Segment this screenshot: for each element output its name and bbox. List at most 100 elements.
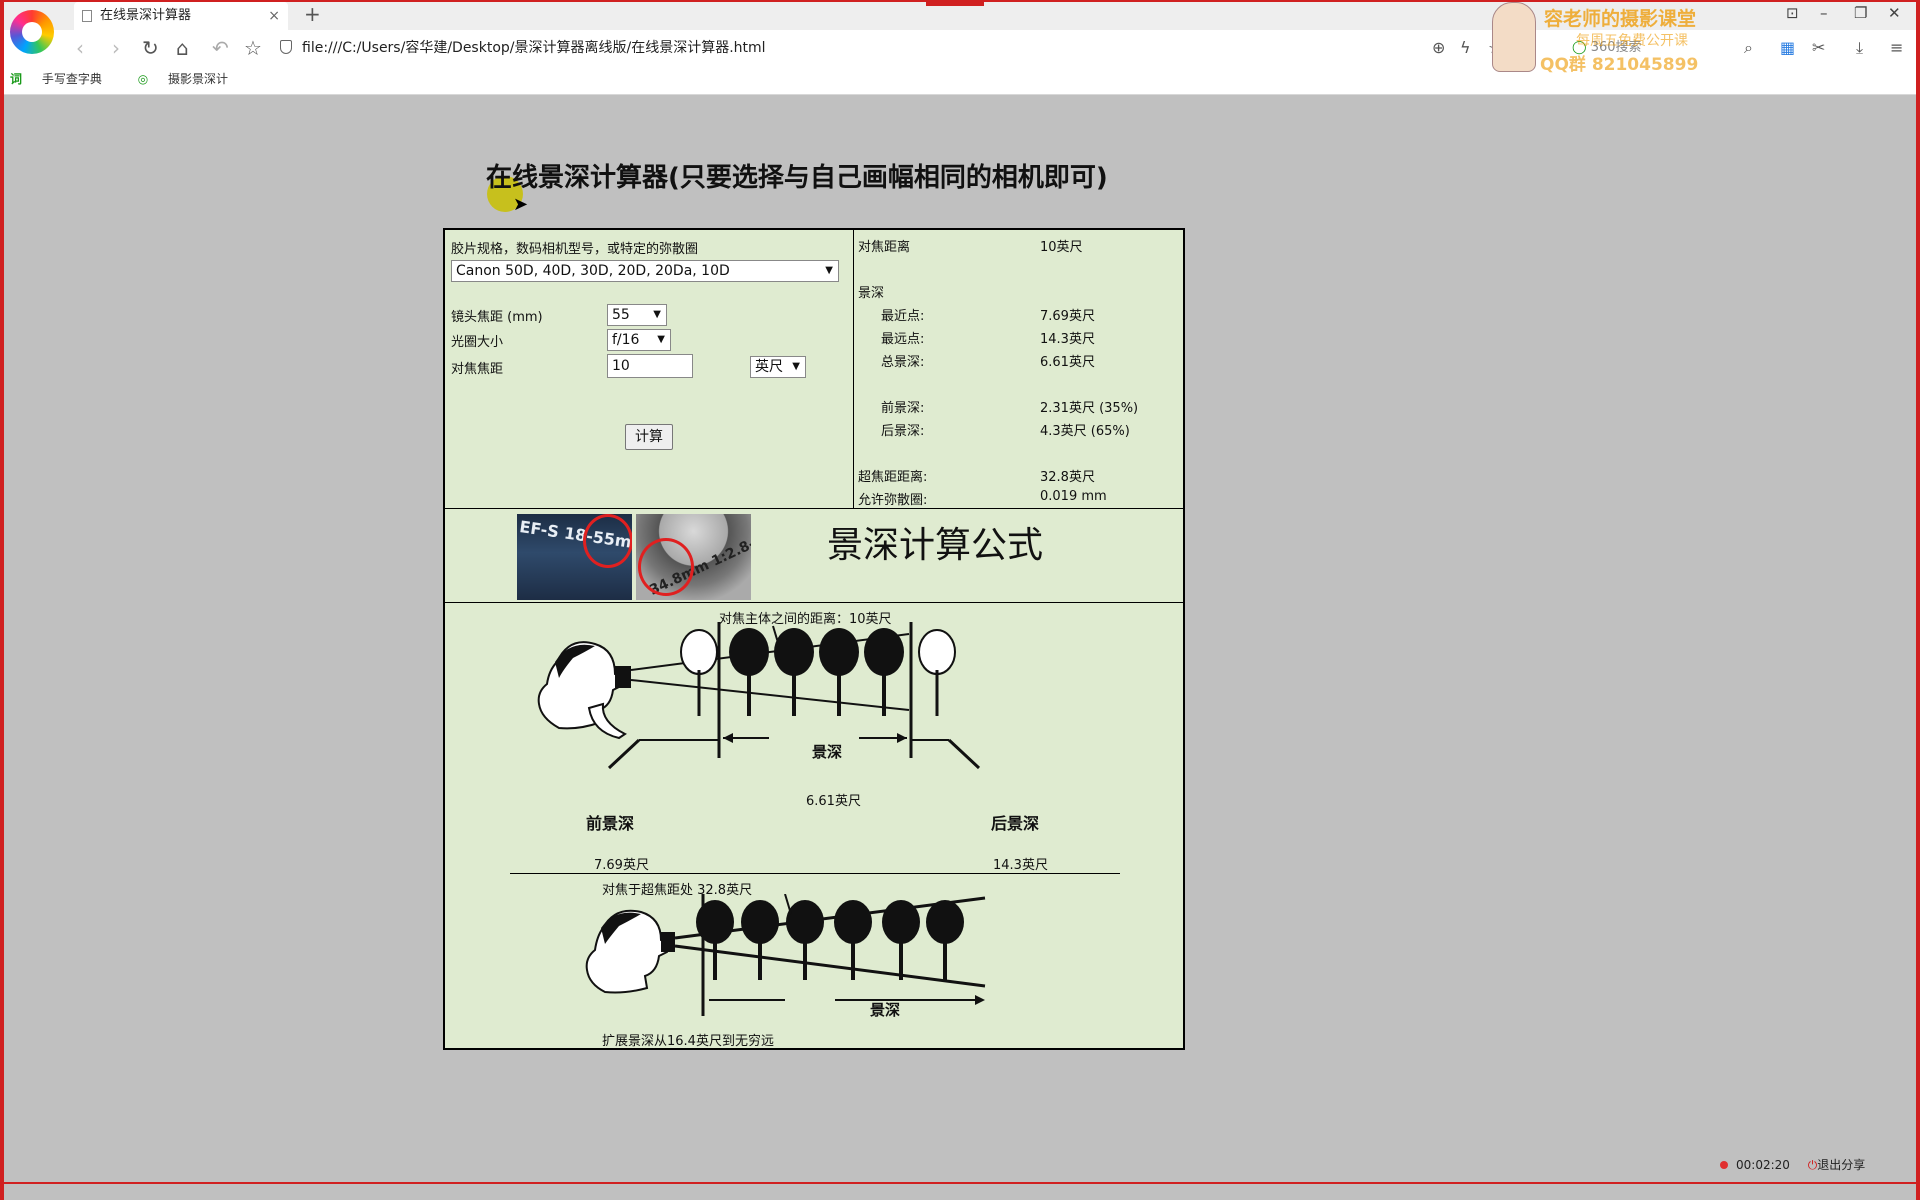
diagram1-near: 7.69英尺 <box>594 858 649 873</box>
divider <box>445 508 1183 509</box>
document-icon <box>82 10 92 22</box>
focal-select[interactable]: 55 ▼ <box>607 304 667 326</box>
red-circle-marker <box>638 538 694 596</box>
watermark: 容老师的摄影课堂 每周五免费公开课 QQ群 821045899 <box>1492 2 1712 75</box>
bookmark-dof[interactable]: ◎ 摄影景深计 <box>138 72 244 86</box>
watermark-line3: QQ群 821045899 <box>1540 55 1699 75</box>
diagram1-back-label: 后景深 <box>991 814 1040 833</box>
result-value: 2.31英尺 (35%) <box>1040 401 1139 416</box>
record-icon <box>1720 1161 1728 1169</box>
recording-frame-left <box>0 0 4 1200</box>
recorder-status: 00:02:20 ⏻退出分享 <box>1720 1150 1910 1180</box>
lightning-icon[interactable]: ϟ <box>1460 38 1471 57</box>
chevron-down-icon: ▼ <box>825 265 833 276</box>
avatar-icon <box>1492 2 1536 72</box>
result-label: 总景深: <box>881 355 925 370</box>
result-value: 14.3英尺 <box>1040 332 1095 347</box>
aperture-label: 光圈大小 <box>451 335 504 350</box>
result-value: 4.3英尺 (65%) <box>1040 424 1130 439</box>
watermark-line1: 容老师的摄影课堂 <box>1544 8 1697 30</box>
result-value: 10英尺 <box>1040 240 1083 255</box>
red-circle-marker <box>583 514 632 568</box>
diagram1-far: 14.3英尺 <box>993 858 1048 873</box>
diagram1-total: 6.61英尺 <box>806 794 861 809</box>
scissors-icon[interactable]: ✂ <box>1812 38 1825 57</box>
mouse-pointer-icon: ➤ <box>513 194 529 215</box>
zoom-icon[interactable]: ⊕ <box>1432 38 1445 57</box>
result-label: 最近点: <box>881 309 925 324</box>
result-value: 7.69英尺 <box>1040 309 1095 324</box>
shield-icon <box>280 40 292 54</box>
tab-title: 在线景深计算器 <box>100 8 192 23</box>
result-label: 最远点: <box>881 332 925 347</box>
reload-icon[interactable]: ↻ <box>142 36 159 60</box>
photographer-icon <box>537 641 631 740</box>
undo-icon[interactable]: ↶ <box>212 36 229 60</box>
browser-logo-icon[interactable] <box>10 10 54 54</box>
diagram1-band-label: 景深 <box>812 743 843 761</box>
diagram2-illustration <box>585 894 986 1016</box>
page-title: 在线景深计算器(只要选择与自己画幅相同的相机即可) <box>486 163 1108 193</box>
exit-share-button[interactable]: 退出分享 <box>1817 1158 1865 1172</box>
aperture-select[interactable]: f/16 ▼ <box>607 329 671 351</box>
divider <box>510 873 1120 874</box>
result-label: 超焦距距离: <box>858 470 928 485</box>
camera-select[interactable]: Canon 50D, 40D, 30D, 20D, 20Da, 10D ▼ <box>451 260 839 282</box>
chevron-down-icon: ▼ <box>792 361 800 372</box>
camera-value: Canon 50D, 40D, 30D, 20D, 20Da, 10D <box>456 263 730 279</box>
chevron-down-icon: ▼ <box>657 334 665 345</box>
lens-photo-2: 34.8mm 1:2.8-4.8 <box>636 514 751 600</box>
result-value: 32.8英尺 <box>1040 470 1095 485</box>
power-icon: ⏻ <box>1807 1158 1818 1172</box>
camera-icon: ◎ <box>137 72 149 86</box>
recorder-time: 00:02:20 <box>1736 1158 1790 1172</box>
unit-value: 英尺 <box>755 359 783 375</box>
download-icon[interactable]: ⤓ <box>1856 38 1863 58</box>
calculate-button[interactable]: 计算 <box>625 424 673 450</box>
diagram2-band-label: 景深 <box>870 1001 901 1019</box>
forward-icon[interactable]: › <box>112 36 120 60</box>
distance-input[interactable]: 10 <box>607 354 693 378</box>
photographer-icon <box>585 909 675 994</box>
menu-icon[interactable]: ≡ <box>1890 38 1903 57</box>
tree-row <box>680 628 956 716</box>
diagram1-illustration <box>537 622 981 770</box>
bookmark-star-icon[interactable]: ☆ <box>244 36 262 60</box>
chevron-down-icon: ▼ <box>653 309 661 320</box>
result-label: 允许弥散圈: <box>858 493 928 508</box>
results-section: 对焦距离 10英尺 景深 最近点: 7.69英尺 最远点: 14.3英尺 总景深… <box>854 230 1185 508</box>
watermark-line2: 每周五免费公开课 <box>1576 33 1688 49</box>
diagram2-footer: 扩展景深从16.4英尺到无穷远 <box>602 1034 774 1049</box>
aperture-value: f/16 <box>612 332 640 348</box>
tree-row <box>696 900 964 980</box>
recording-frame-tab <box>926 0 984 6</box>
lens-photo-1: EF-S 18-55mm <box>517 514 632 600</box>
bookmark-dict[interactable]: 词 手写查字典 <box>10 72 118 86</box>
back-icon[interactable]: ‹ <box>76 36 84 60</box>
input-section: 胶片规格，数码相机型号，或特定的弥散圈 Canon 50D, 40D, 30D,… <box>445 230 854 508</box>
calculator-panel: 胶片规格，数码相机型号，或特定的弥散圈 Canon 50D, 40D, 30D,… <box>443 228 1185 1050</box>
camera-label: 胶片规格，数码相机型号，或特定的弥散圈 <box>451 242 699 257</box>
address-bar[interactable]: file:///C:/Users/容华建/Desktop/景深计算器离线版/在线… <box>280 36 1400 60</box>
result-label: 对焦距离 <box>858 240 911 255</box>
browser-chrome: 在线景深计算器 × + ⊡ – ❐ ✕ ‹ › ↻ ⌂ ↶ ☆ file:///… <box>0 0 1920 95</box>
focal-value: 55 <box>612 307 630 323</box>
home-icon[interactable]: ⌂ <box>176 36 189 60</box>
result-label: 后景深: <box>881 424 925 439</box>
search-icon[interactable]: ⌕ <box>1744 38 1753 58</box>
divider <box>445 602 1183 603</box>
focal-label: 镜头焦距 (mm) <box>451 310 543 325</box>
dictionary-icon: 词 <box>10 72 23 86</box>
diagram1-front-label: 前景深 <box>586 814 635 833</box>
result-value: 0.019 mm <box>1040 489 1107 504</box>
result-label: 前景深: <box>881 401 925 416</box>
apps-icon[interactable]: ▦ <box>1780 38 1795 57</box>
recording-frame-right <box>1916 0 1920 1200</box>
formula-title: 景深计算公式 <box>827 525 1044 566</box>
bookmarks-bar: 词 手写查字典 ◎ 摄影景深计 <box>10 70 260 87</box>
recording-frame-bottom <box>0 1182 1920 1184</box>
unit-select[interactable]: 英尺 ▼ <box>750 356 806 378</box>
distance-label: 对焦焦距 <box>451 362 504 377</box>
result-value: 6.61英尺 <box>1040 355 1095 370</box>
url-text: file:///C:/Users/容华建/Desktop/景深计算器离线版/在线… <box>302 40 766 56</box>
